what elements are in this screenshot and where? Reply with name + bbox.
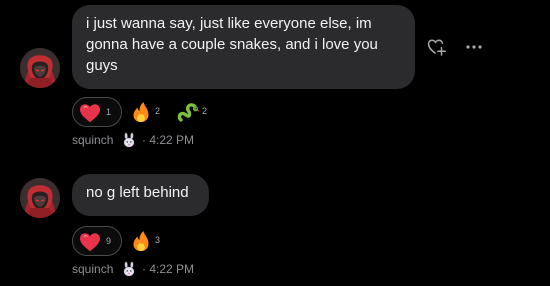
- avatar-image: [20, 48, 60, 88]
- reaction-snake[interactable]: 2: [171, 97, 211, 127]
- reaction-fire[interactable]: 2: [124, 97, 164, 127]
- reaction-count: 2: [202, 106, 208, 116]
- reactions-bar: 9 3: [72, 226, 192, 256]
- message-meta: squinch · 4:22 PM: [72, 261, 272, 277]
- more-dots-icon[interactable]: [463, 36, 485, 58]
- reaction-fire[interactable]: 3: [124, 226, 164, 256]
- message-bubble: no g left behind: [72, 174, 209, 216]
- reaction-count: 1: [106, 107, 112, 117]
- author-name[interactable]: squinch: [72, 262, 113, 276]
- heart-icon: [78, 101, 102, 125]
- reaction-count: 3: [155, 235, 161, 245]
- fire-icon: [129, 100, 153, 124]
- reactions-bar: 1 2 2: [72, 97, 272, 127]
- avatar[interactable]: [20, 48, 60, 88]
- reaction-count: 2: [155, 106, 161, 116]
- author-name[interactable]: squinch: [72, 133, 113, 147]
- message-meta: squinch · 4:22 PM: [72, 132, 272, 148]
- snake-icon: [176, 100, 200, 124]
- fire-icon: [129, 229, 153, 253]
- message-bubble: i just wanna say, just like everyone els…: [72, 5, 415, 89]
- avatar-image: [20, 178, 60, 218]
- bunny-badge-icon: [120, 260, 138, 278]
- avatar[interactable]: [20, 178, 60, 218]
- timestamp: · 4:22 PM: [142, 133, 195, 147]
- heart-icon: [78, 230, 102, 254]
- heart-plus-icon[interactable]: [426, 36, 448, 58]
- reaction-count: 9: [106, 236, 112, 246]
- reaction-heart[interactable]: 1: [72, 97, 122, 127]
- bunny-badge-icon: [120, 131, 138, 149]
- reaction-heart[interactable]: 9: [72, 226, 122, 256]
- timestamp: · 4:22 PM: [142, 262, 195, 276]
